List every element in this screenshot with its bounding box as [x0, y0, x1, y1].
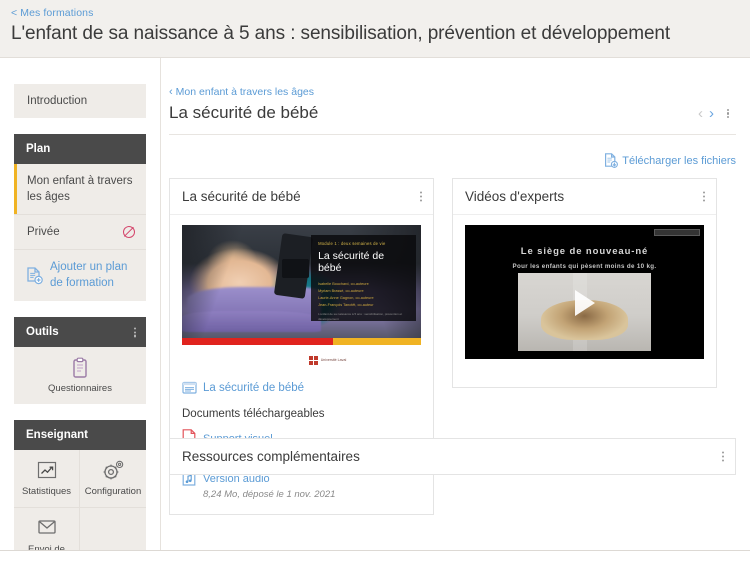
slide-footer-text: L'enfant de sa naissance à 5 ans : sensi… [318, 311, 403, 321]
logo-text: Université Laval [320, 358, 347, 363]
section-overflow-menu-icon[interactable] [727, 107, 730, 120]
tools-grid: Questionnaires [14, 347, 146, 404]
sidebar-card-introduction[interactable]: Introduction [14, 84, 146, 118]
presentation-link-label: La sécurité de bébé [203, 382, 305, 394]
download-all-files-link[interactable]: Télécharger les fichiers [604, 153, 736, 168]
sidebar-item-mon-enfant-a-travers-les-ages[interactable]: Mon enfant à travers les âges [14, 164, 146, 216]
sidebar-plan-header: Plan [14, 134, 146, 164]
page-title: L'enfant de sa naissance à 5 ans : sensi… [11, 23, 671, 44]
downloadable-documents-heading: Documents téléchargeables [182, 408, 325, 420]
video-player[interactable]: Le siège de nouveau-né Pour les enfants … [465, 225, 704, 359]
sidebar-card-plan: Plan Mon enfant à travers les âges Privé… [14, 134, 146, 302]
slide-thumbnail[interactable]: Module 1 : deux semaines de vie La sécur… [182, 225, 421, 345]
tool-label: Questionnaires [48, 383, 112, 395]
sidebar-tools-title: Outils [26, 326, 59, 339]
presentation-icon [182, 381, 197, 395]
thumbnail-seat-buckle [282, 258, 309, 278]
video-subtitle: Pour les enfants qui pèsent moins de 10 … [512, 262, 657, 270]
sidebar-card-teacher: Enseignant Statistiques Configuration [14, 420, 146, 562]
chevron-left-icon: ‹ [169, 86, 173, 98]
download-all-files-label: Télécharger les fichiers [622, 154, 736, 167]
card-videos-dexperts: Vidéos d'experts Le siège de nouveau-né … [452, 178, 717, 388]
sidebar-add-plan-label: Ajouter un plan de formation [50, 261, 128, 289]
slide-author: Isabelle Bouchard, co-auteure [318, 281, 369, 286]
next-section-button[interactable]: › [709, 105, 714, 122]
card-right-header: Vidéos d'experts [453, 179, 716, 215]
file-size-date: 8,24 Mo, déposé le 1 nov. 2021 [203, 489, 336, 500]
sidebar-teacher-header: Enseignant [14, 420, 146, 451]
card-right-body: Le siège de nouveau-né Pour les enfants … [453, 215, 716, 387]
card-left-title: La sécurité de bébé [182, 189, 301, 204]
envelope-icon [18, 518, 75, 540]
breadcrumb-section-label: Mon enfant à travers les âges [175, 86, 314, 98]
sidebar-tools-header: Outils [14, 317, 146, 348]
card-bottom-header: Ressources complémentaires [170, 439, 735, 474]
breadcrumb-section[interactable]: ‹ Mon enfant à travers les âges [169, 86, 314, 98]
section-pager: ‹ › [698, 105, 714, 122]
slide-author: Laurie-Anne Gagnon, co-auteure [318, 295, 374, 300]
sidebar-item-introduction[interactable]: Introduction [14, 84, 146, 118]
slide-logo-row: Université Laval [182, 347, 421, 365]
main-content: ‹ Mon enfant à travers les âges La sécuri… [160, 58, 750, 550]
card-right-title: Vidéos d'experts [465, 189, 565, 204]
card-left-overflow-menu-icon[interactable] [420, 190, 423, 203]
teacher-grid: Statistiques Configuration [14, 450, 146, 562]
slide-color-bar [182, 338, 421, 345]
slide-bar-yellow [332, 338, 421, 345]
card-left-header: La sécurité de bébé [170, 179, 433, 215]
breadcrumb-my-trainings[interactable]: < Mes formations [11, 7, 93, 19]
slide-authors: Isabelle Bouchard, co-auteure Myriam Bra… [318, 281, 409, 309]
card-right-overflow-menu-icon[interactable] [703, 190, 706, 203]
card-ressources-complementaires: Ressources complémentaires [169, 438, 736, 475]
sidebar-item-label: Privée [27, 226, 60, 239]
sidebar-card-tools: Outils Questionnaires [14, 317, 146, 405]
tools-overflow-menu-icon[interactable] [134, 326, 137, 339]
logo-mark-icon [308, 356, 318, 365]
universite-laval-logo: Université Laval [308, 356, 347, 365]
prev-section-button[interactable]: ‹ [698, 105, 703, 122]
chart-line-icon [18, 460, 75, 482]
presentation-link[interactable]: La sécurité de bébé [182, 381, 421, 395]
sidebar-item-label: Mon enfant à travers les âges [27, 175, 133, 204]
sidebar-item-privee[interactable]: Privée [14, 215, 146, 251]
no-entry-icon [123, 226, 135, 239]
document-add-icon [26, 267, 43, 285]
card-bottom-overflow-menu-icon[interactable] [722, 450, 725, 463]
page-bottom-area [0, 551, 750, 562]
tool-configuration[interactable]: Configuration [80, 450, 146, 509]
sidebar-plan-title: Plan [26, 143, 51, 155]
slide-title: La sécurité de bébé [318, 249, 385, 274]
download-file-icon [604, 153, 619, 168]
slide-text-panel: Module 1 : deux semaines de vie La sécur… [311, 234, 417, 321]
sidebar: Introduction Plan Mon enfant à travers l… [0, 58, 160, 562]
section-title: La sécurité de bébé [169, 103, 319, 122]
card-bottom-title: Ressources complémentaires [182, 449, 360, 464]
clipboard-icon [18, 357, 142, 379]
tool-statistiques[interactable]: Statistiques [14, 450, 80, 509]
tool-label: Configuration [84, 486, 142, 498]
video-watermark [654, 229, 700, 236]
header-divider [169, 134, 736, 135]
tool-questionnaires[interactable]: Questionnaires [14, 347, 146, 404]
gear-icon [84, 460, 142, 482]
sidebar-add-plan-button[interactable]: Ajouter un plan de formation [14, 250, 146, 301]
slide-author: Jean-François Tanctêt, co-auteur [318, 302, 374, 307]
slide-author: Myriam Brassé, co-auteure [318, 288, 364, 293]
tool-label: Statistiques [21, 486, 72, 498]
slide-module-label: Module 1 : deux semaines de vie [318, 240, 386, 246]
app-header: < Mes formations L'enfant de sa naissanc… [0, 0, 750, 58]
sidebar-teacher-title: Enseignant [26, 429, 88, 442]
video-title: Le siège de nouveau-né [520, 246, 649, 258]
slide-bar-red [182, 338, 333, 345]
play-icon[interactable] [574, 289, 595, 316]
